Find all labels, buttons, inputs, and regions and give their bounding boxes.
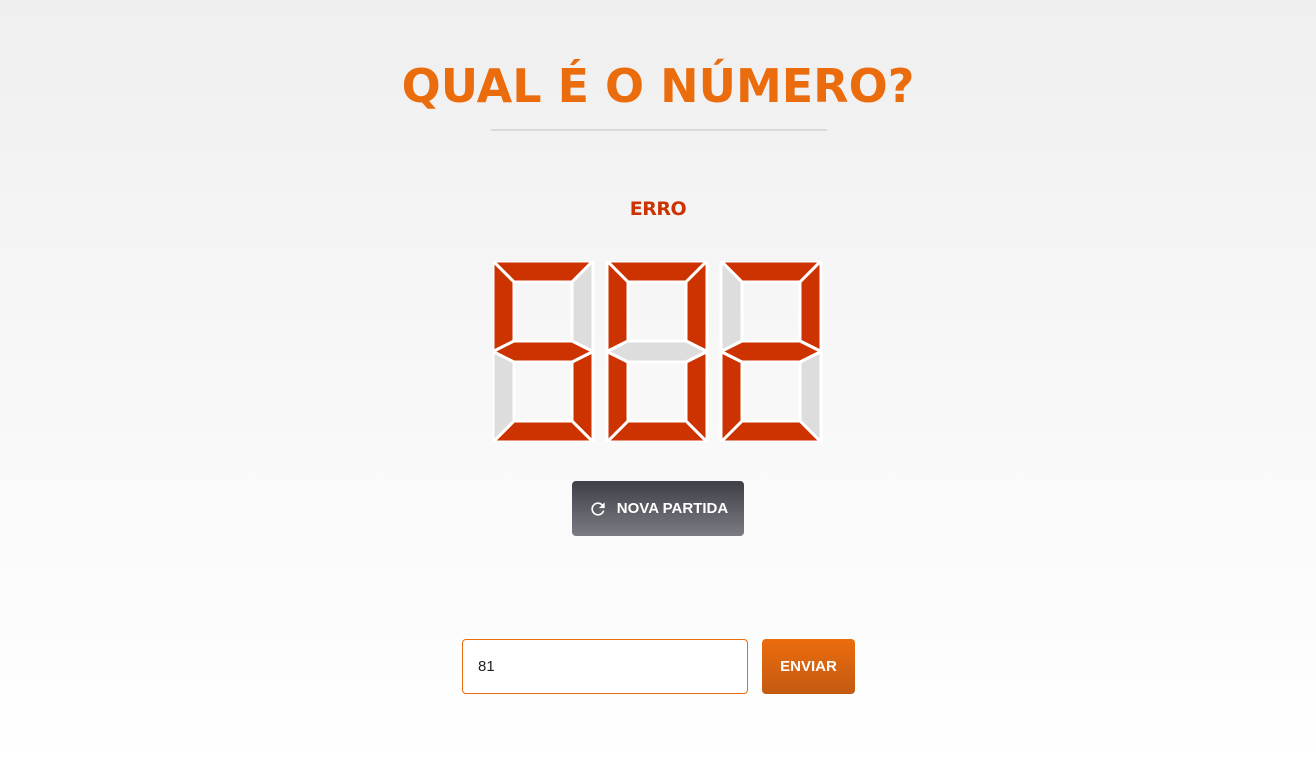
display-digit bbox=[493, 261, 595, 442]
display-digit bbox=[719, 261, 823, 442]
seven-segment-display bbox=[493, 261, 823, 442]
title-divider bbox=[491, 129, 827, 131]
page-title: QUAL É O NÚMERO? bbox=[401, 59, 915, 113]
refresh-icon bbox=[588, 499, 608, 519]
segment-middle bbox=[493, 339, 595, 364]
new-game-button[interactable]: NOVA PARTIDA bbox=[572, 481, 744, 536]
status-message: ERRO bbox=[629, 198, 687, 220]
display-digit bbox=[605, 261, 709, 442]
send-button[interactable]: ENVIAR bbox=[762, 639, 855, 694]
seven-segment-svg bbox=[493, 261, 823, 442]
guess-input[interactable] bbox=[462, 639, 748, 694]
new-game-label: NOVA PARTIDA bbox=[616, 500, 729, 517]
segment-middle bbox=[719, 339, 823, 364]
segment-middle bbox=[605, 339, 709, 364]
